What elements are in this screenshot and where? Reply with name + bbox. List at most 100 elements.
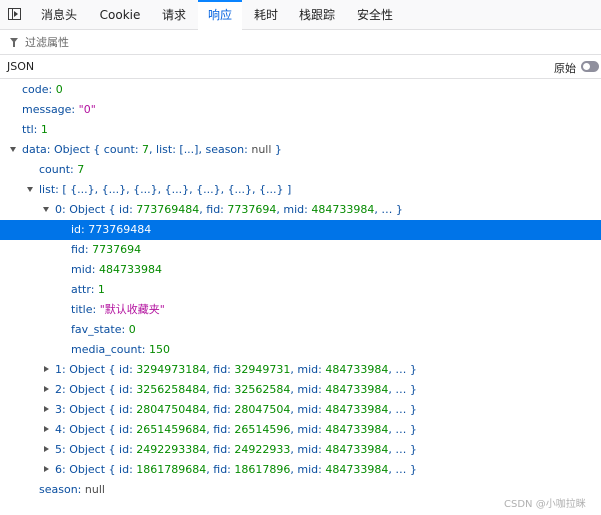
array-summary: [ {...}, {...}, {...}, {...}, {...}, {..…	[62, 183, 292, 196]
collapse-arrow-icon[interactable]	[44, 426, 49, 432]
object-summary-prefix: Object { id:	[69, 463, 133, 476]
property-key: 0:	[55, 203, 66, 216]
summary-mid: 484733984	[325, 403, 389, 416]
summary-sep: , mid:	[290, 423, 322, 436]
summary-sep: , mid:	[290, 363, 322, 376]
tree-row-id-selected[interactable]: id: 773769484	[0, 220, 601, 240]
property-key: 1:	[55, 363, 66, 376]
property-value: 1	[40, 123, 48, 136]
property-value: 7737694	[92, 243, 142, 256]
tab-stack-trace[interactable]: 栈跟踪	[290, 0, 344, 30]
property-key: 3:	[55, 403, 66, 416]
tab-cookie[interactable]: Cookie	[90, 0, 150, 30]
tree-row-fid[interactable]: fid: 7737694	[0, 240, 601, 260]
raw-toggle-label: 原始	[554, 62, 576, 75]
object-summary-count: 7	[142, 143, 150, 156]
summary-mid: 484733984	[311, 203, 375, 216]
summary-fid: 28047504	[234, 403, 291, 416]
summary-sep: , mid:	[290, 443, 322, 456]
tree-row-media-count[interactable]: media_count: 150	[0, 340, 601, 360]
summary-suffix: , … }	[374, 203, 403, 216]
object-summary-prefix: Object { id:	[69, 403, 133, 416]
property-key: 4:	[55, 423, 66, 436]
property-value: "默认收藏夹"	[99, 303, 165, 316]
property-value: 1	[97, 283, 105, 296]
property-value: null	[84, 483, 105, 496]
tree-row-mid[interactable]: mid: 484733984	[0, 260, 601, 280]
summary-suffix: , … }	[388, 443, 417, 456]
tree-row-fav-state[interactable]: fav_state: 0	[0, 320, 601, 340]
property-key: message:	[22, 103, 76, 116]
property-value: 773769484	[88, 223, 152, 236]
json-view-header: JSON 原始	[0, 55, 601, 79]
tree-row-item-4[interactable]: 4: Object { id: 2651459684, fid: 2651459…	[0, 420, 601, 440]
property-key: ttl:	[22, 123, 38, 136]
property-key: season:	[39, 483, 82, 496]
tree-row-item-6[interactable]: 6: Object { id: 1861789684, fid: 1861789…	[0, 460, 601, 480]
summary-id: 773769484	[136, 203, 200, 216]
property-value: 0	[128, 323, 136, 336]
panel-toggle-icon[interactable]	[8, 8, 21, 20]
tree-row-item-1[interactable]: 1: Object { id: 3294973184, fid: 3294973…	[0, 360, 601, 380]
object-summary-prefix: Object { id:	[69, 443, 133, 456]
filter-icon	[10, 38, 18, 47]
tree-row-count[interactable]: count: 7	[0, 160, 601, 180]
summary-mid: 484733984	[325, 423, 389, 436]
tree-row-item-5[interactable]: 5: Object { id: 2492293384, fid: 2492293…	[0, 440, 601, 460]
tab-request[interactable]: 请求	[154, 0, 194, 30]
property-key: attr:	[71, 283, 95, 296]
summary-mid: 484733984	[325, 363, 389, 376]
property-key: fav_state:	[71, 323, 126, 336]
toggle-knob	[583, 63, 590, 70]
tab-timings[interactable]: 耗时	[246, 0, 286, 30]
tab-response[interactable]: 响应	[198, 0, 242, 30]
property-value: 7	[77, 163, 85, 176]
property-value: 0	[55, 83, 63, 96]
tree-row-list[interactable]: list: [ {...}, {...}, {...}, {...}, {...…	[0, 180, 601, 200]
summary-sep: , fid:	[206, 463, 231, 476]
property-key: list:	[39, 183, 59, 196]
tree-row-attr[interactable]: attr: 1	[0, 280, 601, 300]
collapse-arrow-icon[interactable]	[44, 406, 49, 412]
property-key: fid:	[71, 243, 89, 256]
tree-row-item-2[interactable]: 2: Object { id: 3256258484, fid: 3256258…	[0, 380, 601, 400]
expand-arrow-icon[interactable]	[10, 147, 16, 152]
json-section-label[interactable]: JSON	[7, 60, 34, 73]
collapse-arrow-icon[interactable]	[44, 386, 49, 392]
tree-row-data[interactable]: data: Object { count: 7, list: [...], se…	[0, 140, 601, 160]
property-key: mid:	[71, 263, 96, 276]
tree-row-item-0[interactable]: 0: Object { id: 773769484, fid: 7737694,…	[0, 200, 601, 220]
collapse-arrow-icon[interactable]	[44, 446, 49, 452]
raw-toggle-switch[interactable]	[581, 61, 599, 72]
object-summary-null: null	[251, 143, 272, 156]
object-summary-prefix: Object { id:	[69, 363, 133, 376]
property-value: 484733984	[98, 263, 162, 276]
network-details-tabbar: 消息头 Cookie 请求 响应 耗时 栈跟踪 安全性	[0, 0, 601, 30]
tab-security[interactable]: 安全性	[348, 0, 402, 30]
expand-arrow-icon[interactable]	[43, 207, 49, 212]
property-key: count:	[39, 163, 74, 176]
property-key: title:	[71, 303, 97, 316]
summary-mid: 484733984	[325, 383, 389, 396]
tree-row-message[interactable]: message: "0"	[0, 100, 601, 120]
summary-mid: 484733984	[325, 463, 389, 476]
filter-properties-input[interactable]	[25, 34, 585, 50]
summary-id: 1861789684	[136, 463, 207, 476]
collapse-arrow-icon[interactable]	[44, 466, 49, 472]
summary-mid: 484733984	[325, 443, 389, 456]
summary-sep: , mid:	[290, 383, 322, 396]
filter-bar	[0, 30, 601, 55]
summary-sep: , mid:	[290, 403, 322, 416]
expand-arrow-icon[interactable]	[27, 187, 33, 192]
summary-sep: , mid:	[290, 463, 322, 476]
property-key: 6:	[55, 463, 66, 476]
tab-headers[interactable]: 消息头	[32, 0, 86, 30]
summary-id: 2492293384	[136, 443, 207, 456]
collapse-arrow-icon[interactable]	[44, 366, 49, 372]
tree-row-item-3[interactable]: 3: Object { id: 2804750484, fid: 2804750…	[0, 400, 601, 420]
tree-row-code[interactable]: code: 0	[0, 80, 601, 100]
tree-row-ttl[interactable]: ttl: 1	[0, 120, 601, 140]
property-key: media_count:	[71, 343, 146, 356]
tree-row-title[interactable]: title: "默认收藏夹"	[0, 300, 601, 320]
summary-suffix: , … }	[388, 383, 417, 396]
